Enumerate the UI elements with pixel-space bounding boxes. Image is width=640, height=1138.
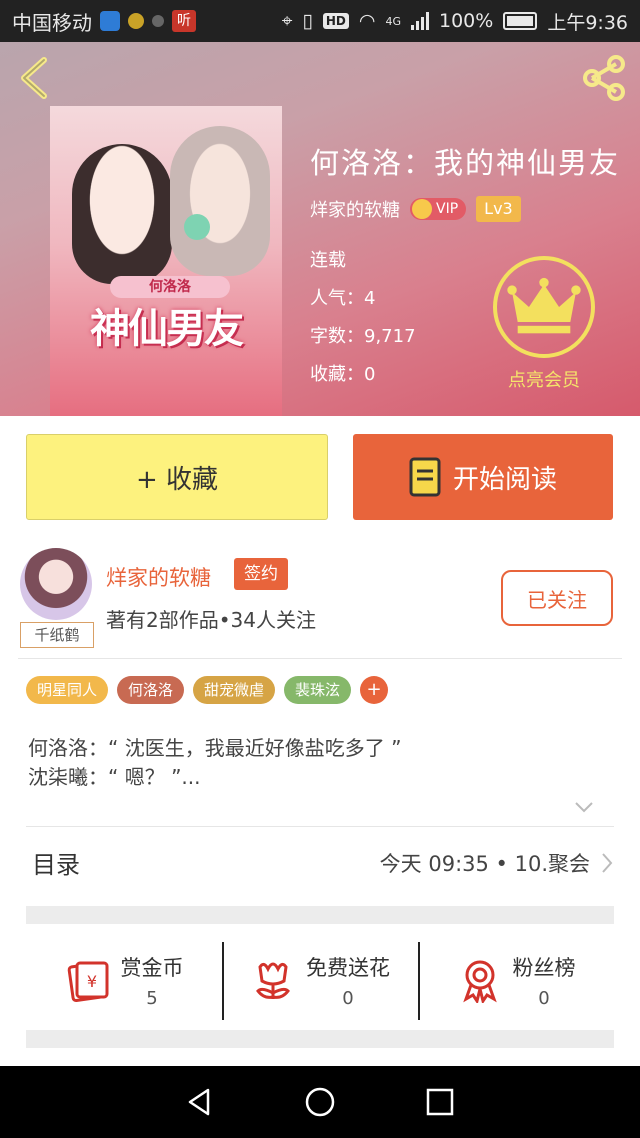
cover-lollipop [184, 214, 210, 240]
tag-item[interactable]: 何洛洛 [117, 676, 185, 704]
signal-icon [411, 12, 429, 30]
word-count: 字数：9,717 [310, 326, 416, 347]
carrier-label: 中国移动 [12, 10, 92, 35]
tag-item[interactable]: 裴珠泫 [284, 676, 352, 704]
start-reading-label: 开始阅读 [452, 464, 557, 495]
red-envelope-icon: ¥ [67, 961, 108, 1003]
battery-percent: 100% [439, 10, 494, 32]
location-icon: ⌖ [281, 10, 293, 32]
vibrate-icon: ▯ [302, 10, 313, 32]
cover-series-tag: 何洛洛 [110, 276, 230, 298]
book-title: 何洛洛：我的神仙男友 [310, 146, 621, 180]
chevron-right-icon [602, 852, 613, 873]
battery-icon [503, 12, 538, 30]
description-line: 沈柒曦：“ 嗯？ ”... [28, 765, 201, 789]
signed-badge: 签约 [234, 558, 288, 590]
author-name[interactable]: 烊家的软糖 [106, 562, 211, 592]
back-triangle-icon[interactable] [184, 1086, 216, 1118]
book-description[interactable]: 何洛洛：“ 沈医生，我最近好像盐吃多了 ” 沈柒曦：“ 嗯？ ”... [28, 734, 401, 792]
tag-item[interactable]: 甜宠微虐 [193, 676, 276, 704]
back-arrow-icon[interactable] [16, 56, 56, 100]
hd-icon: HD [322, 13, 349, 29]
book-header: 何洛洛 神仙男友 何洛洛：我的神仙男友 烊家的软糖 VIP Lv3 连载 人气：… [0, 42, 640, 416]
section-separator [26, 906, 614, 924]
status-bar: 中国移动 听 ⌖ ▯ HD ◠ 4G 100% 上午9:36 [0, 0, 640, 42]
divider [18, 658, 622, 659]
toc-label: 目录 [32, 851, 80, 879]
book-cover[interactable]: 何洛洛 神仙男友 [50, 106, 282, 416]
notification-icon [152, 15, 164, 27]
fan-ranking-button[interactable]: 粉丝榜 0 [418, 936, 614, 1024]
flower-icon [256, 962, 290, 999]
home-circle-icon[interactable] [304, 1086, 336, 1118]
table-of-contents-row[interactable]: 目录 今天 09:35 • 10.聚会 [26, 826, 614, 898]
tag-list: 明星同人 何洛洛 甜宠微虐 裴珠泫 + [26, 676, 389, 704]
tag-item[interactable]: 明星同人 [26, 676, 109, 704]
cover-girl-illustration [72, 144, 172, 284]
stat-label: 粉丝榜 [512, 955, 576, 980]
book-author[interactable]: 烊家的软糖 [310, 196, 400, 222]
wifi-icon: ◠ [358, 10, 376, 32]
avatar[interactable] [20, 548, 92, 620]
member-label[interactable]: 点亮会员 [486, 366, 602, 392]
section-separator [26, 1030, 614, 1048]
vip-badge: VIP [410, 198, 467, 220]
cover-boy-illustration [170, 126, 270, 276]
avatar-tag: 千纸鹤 [20, 622, 94, 648]
collection-count: 收藏：0 [310, 364, 376, 385]
clock: 上午9:36 [547, 11, 628, 34]
share-icon[interactable] [580, 54, 628, 102]
stat-value: 0 [342, 987, 354, 1009]
stat-value: 0 [538, 987, 550, 1009]
level-badge: Lv3 [476, 196, 521, 222]
cover-title-art: 神仙男友 [90, 305, 244, 352]
popularity: 人气：4 [310, 288, 376, 309]
chevron-down-icon[interactable] [574, 800, 594, 814]
vip-label: VIP [436, 201, 459, 217]
serial-status: 连载 [310, 250, 346, 271]
start-reading-button[interactable]: 开始阅读 [353, 434, 613, 520]
send-flower-button[interactable]: 免费送花 0 [222, 936, 418, 1024]
bulb-icon [128, 13, 144, 29]
latest-chapter: 今天 09:35 • 10.聚会 [379, 851, 590, 876]
author-stats: 著有2部作品•34人关注 [106, 608, 316, 632]
member-button[interactable] [493, 256, 595, 358]
add-favorite-button[interactable]: + 收藏 [26, 434, 328, 520]
stat-label: 赏金币 [120, 955, 184, 980]
book-icon [409, 457, 441, 497]
description-line: 何洛洛：“ 沈医生，我最近好像盐吃多了 ” [28, 736, 402, 760]
add-tag-button[interactable]: + [360, 676, 389, 704]
interaction-stats: ¥ 赏金币 5 免费送花 0 粉丝榜 0 [26, 936, 614, 1024]
medal-icon [462, 960, 497, 1003]
network-label: 4G [385, 14, 401, 28]
shield-icon [100, 11, 120, 31]
ting-app-icon: 听 [172, 10, 196, 32]
system-navigation-bar [0, 1066, 640, 1138]
book-detail-content: + 收藏 开始阅读 千纸鹤 烊家的软糖 签约 著有2部作品•34人关注 已关注 … [0, 416, 640, 1066]
reward-coins-button[interactable]: ¥ 赏金币 5 [26, 936, 222, 1024]
crown-icon [507, 277, 581, 334]
svg-text:¥: ¥ [86, 972, 96, 991]
recent-apps-icon[interactable] [424, 1086, 456, 1118]
stat-label: 免费送花 [306, 955, 390, 980]
author-section: 千纸鹤 烊家的软糖 签约 著有2部作品•34人关注 已关注 [0, 542, 640, 658]
follow-button[interactable]: 已关注 [501, 570, 613, 626]
crown-icon [412, 199, 432, 219]
stat-value: 5 [146, 987, 158, 1009]
